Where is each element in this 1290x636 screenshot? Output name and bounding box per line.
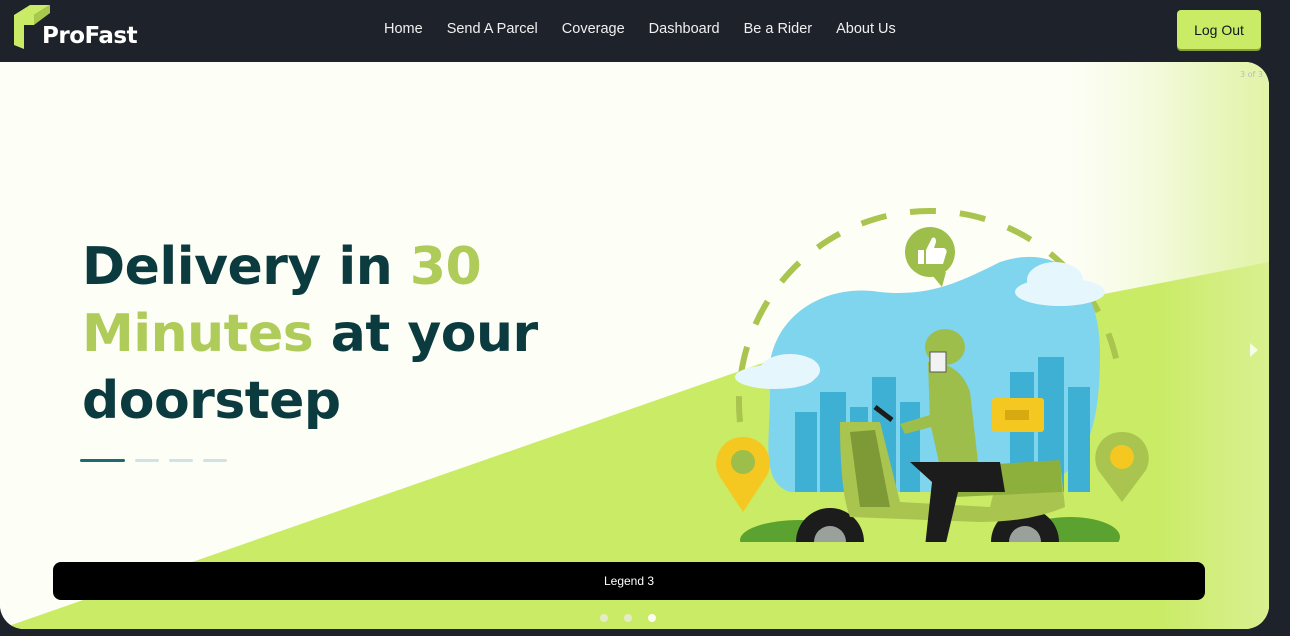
headline-part1: Delivery in bbox=[82, 237, 410, 297]
dash bbox=[203, 459, 227, 462]
nav-coverage[interactable]: Coverage bbox=[550, 18, 637, 40]
nav-be-rider[interactable]: Be a Rider bbox=[732, 18, 825, 40]
thumbs-up-icon bbox=[905, 227, 955, 287]
dash bbox=[135, 459, 159, 462]
nav-about[interactable]: About Us bbox=[824, 18, 908, 40]
headline-accent-word: Minutes bbox=[82, 304, 314, 364]
dash bbox=[80, 459, 125, 462]
nav-home[interactable]: Home bbox=[372, 18, 435, 40]
carousel-legend: Legend 3 bbox=[53, 562, 1205, 600]
hero-carousel: 3 of 3 Delivery in 30 Minutes at your do… bbox=[0, 62, 1269, 629]
carousel-dot-2[interactable] bbox=[624, 614, 632, 622]
nav-dashboard[interactable]: Dashboard bbox=[637, 18, 732, 40]
logout-button[interactable]: Log Out bbox=[1177, 10, 1261, 49]
dash bbox=[169, 459, 193, 462]
nav-send-parcel[interactable]: Send A Parcel bbox=[435, 18, 550, 40]
brand-name: ProFast bbox=[42, 23, 138, 49]
headline-part3: doorstep bbox=[82, 371, 341, 431]
next-arrow-icon[interactable] bbox=[1250, 343, 1258, 357]
headline-dashes bbox=[80, 459, 227, 462]
nav-links: Home Send A Parcel Coverage Dashboard Be… bbox=[372, 18, 908, 40]
hero-headline: Delivery in 30 Minutes at your doorstep bbox=[82, 234, 562, 435]
navbar: ProFast Home Send A Parcel Coverage Dash… bbox=[0, 0, 1290, 60]
headline-accent-number: 30 bbox=[409, 237, 482, 297]
headline-part2: at your bbox=[313, 304, 538, 364]
carousel-dots bbox=[600, 614, 656, 622]
carousel-dot-1[interactable] bbox=[600, 614, 608, 622]
delivery-scooter-illustration bbox=[716, 207, 1149, 542]
carousel-dot-3[interactable] bbox=[648, 614, 656, 622]
slide-counter: 3 of 3 bbox=[1240, 70, 1263, 79]
brand-logo[interactable]: ProFast bbox=[12, 3, 152, 55]
